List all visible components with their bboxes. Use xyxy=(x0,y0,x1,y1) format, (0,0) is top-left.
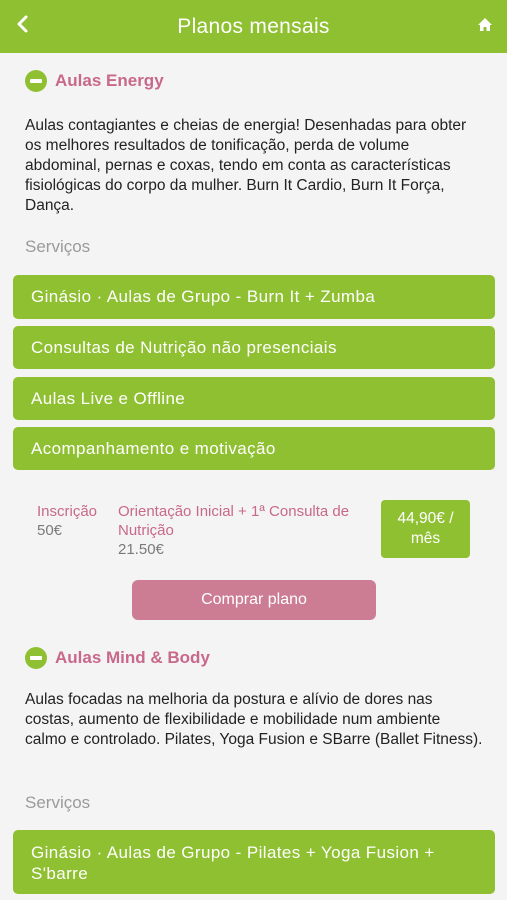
fee-label-inscricao: Inscrição xyxy=(37,503,98,520)
services-label: Serviços xyxy=(25,793,91,812)
fee-value-orientacao: 21.50€ xyxy=(118,541,164,558)
plan-header-mind-body[interactable]: Aulas Mind & Body xyxy=(25,647,210,669)
collapse-minus-icon[interactable] xyxy=(25,647,47,669)
plan-title: Aulas Mind & Body xyxy=(55,648,210,667)
collapse-minus-icon[interactable] xyxy=(25,70,47,92)
page-title: Planos mensais xyxy=(177,14,330,38)
price-unit: mês xyxy=(410,530,441,547)
plan-description: Aulas contagiantes e cheias de energia! … xyxy=(25,117,467,214)
service-item[interactable]: Aulas Live e Offline xyxy=(13,377,495,420)
services-label: Serviços xyxy=(25,237,91,256)
plan-title: Aulas Energy xyxy=(55,71,164,90)
price-amount: 44,90€ / xyxy=(397,510,454,527)
service-item[interactable]: Acompanhamento e motivação xyxy=(13,427,495,470)
fee-label-orientacao: Orientação Inicial + 1ª Consulta de Nutr… xyxy=(118,503,350,539)
home-icon[interactable] xyxy=(473,12,497,36)
buy-plan-button[interactable]: Comprar plano xyxy=(132,580,376,620)
chevron-left-icon[interactable] xyxy=(10,12,34,36)
price-badge: 44,90€ / mês xyxy=(381,500,470,558)
plan-description: Aulas focadas na melhoria da postura e a… xyxy=(25,691,483,748)
service-item[interactable]: Ginásio · Aulas de Grupo - Burn It + Zum… xyxy=(13,275,495,319)
fee-value-inscricao: 50€ xyxy=(37,522,63,539)
service-item[interactable]: Consultas de Nutrição não presenciais xyxy=(13,326,495,369)
top-bar: Planos mensais xyxy=(0,0,507,53)
service-item[interactable]: Ginásio · Aulas de Grupo - Pilates + Yog… xyxy=(13,830,495,894)
plan-header-energy[interactable]: Aulas Energy xyxy=(25,70,164,92)
